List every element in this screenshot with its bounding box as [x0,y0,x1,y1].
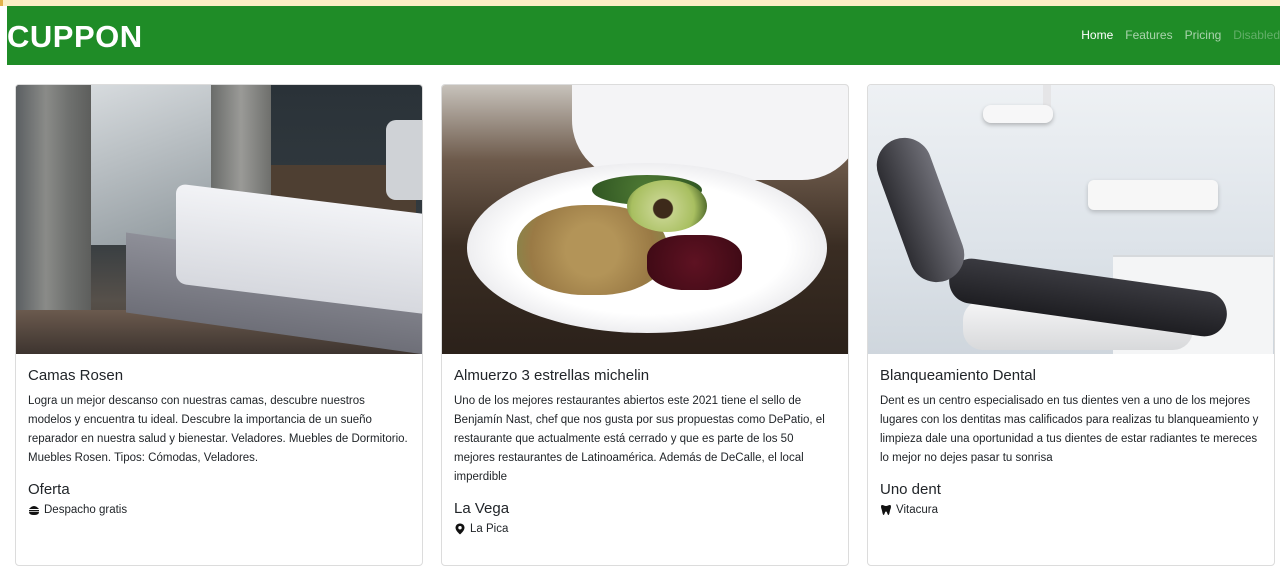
card-almuerzo[interactable]: Almuerzo 3 estrellas michelin Uno de los… [441,84,849,566]
nav-home-link[interactable]: Home [1081,28,1113,42]
card-subtitle: Uno dent [880,481,941,498]
card-title: Almuerzo 3 estrellas michelin [454,367,650,384]
card-text: Logra un mejor descanso con nuestras cam… [28,395,408,464]
card-subtitle: La Vega [454,500,510,517]
nav-links: Home Features Pricing Disabled [1069,28,1280,42]
card-text: Uno de los mejores restaurantes abiertos… [454,395,825,483]
card-tag: Despacho gratis [28,504,410,516]
nav-disabled-link: Disabled [1233,28,1280,42]
card-body: Almuerzo 3 estrellas michelin Uno de los… [442,354,848,535]
dental-chair-image [868,85,1274,354]
tooth-icon [880,504,892,516]
navbar: CUPPON Home Features Pricing Disabled [7,6,1280,65]
card-tag-label: La Pica [470,523,509,535]
card-body: Blanqueamiento Dental Dent es un centro … [868,354,1274,516]
food-plate-image [442,85,848,354]
card-tag: La Pica [454,523,836,535]
nav-pricing-link[interactable]: Pricing [1185,28,1222,42]
card-text: Dent es un centro especialisado en tus d… [880,395,1259,464]
card-tag-label: Vitacura [896,504,938,516]
card-camas-rosen[interactable]: Camas Rosen Logra un mejor descanso con … [15,84,423,566]
brand-logo[interactable]: CUPPON [7,19,143,55]
card-subtitle: Oferta [28,481,70,498]
card-title: Blanqueamiento Dental [880,367,1036,384]
card-tag: Vitacura [880,504,1262,516]
card-body: Camas Rosen Logra un mejor descanso con … [16,354,422,516]
card-title: Camas Rosen [28,367,124,384]
map-marker-icon [454,523,466,535]
nav-features-link[interactable]: Features [1125,28,1172,42]
hamburger-icon [28,504,40,516]
card-tag-label: Despacho gratis [44,504,128,516]
bedroom-image [16,85,422,354]
card-blanqueamiento[interactable]: Blanqueamiento Dental Dent es un centro … [867,84,1275,566]
